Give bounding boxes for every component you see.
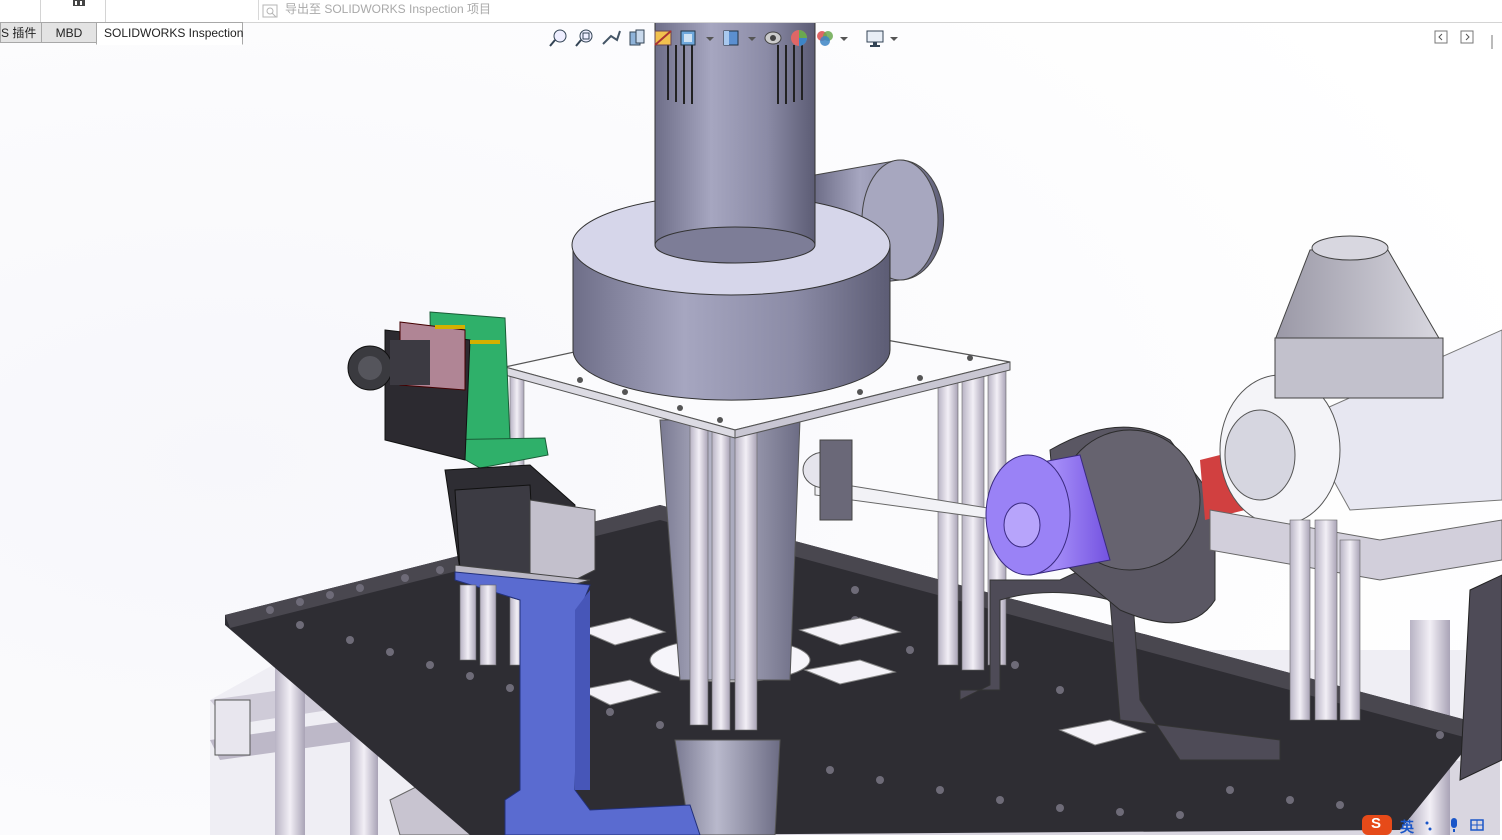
edit-appearance-icon[interactable] bbox=[788, 27, 810, 49]
restore-panel-icon[interactable] bbox=[1434, 30, 1448, 44]
apply-scene-icon[interactable] bbox=[814, 27, 836, 49]
tab-addins[interactable]: S 插件 bbox=[0, 22, 42, 43]
toolbar-divider bbox=[40, 0, 41, 22]
ime-language-label[interactable]: 英 bbox=[1400, 817, 1414, 837]
dropdown-arrow-icon[interactable] bbox=[746, 27, 758, 49]
expand-panel-icon[interactable] bbox=[1460, 30, 1474, 44]
display-style-icon[interactable] bbox=[720, 27, 742, 49]
zoom-to-fit-icon[interactable] bbox=[548, 27, 570, 49]
ime-logo-text[interactable]: S bbox=[1371, 815, 1381, 832]
hide-show-items-icon[interactable] bbox=[762, 27, 784, 49]
graphics-viewport[interactable] bbox=[0, 0, 1502, 836]
section-view-icon[interactable] bbox=[626, 27, 648, 49]
punctuation-icon[interactable] bbox=[1424, 819, 1436, 833]
previous-view-icon[interactable] bbox=[600, 27, 622, 49]
tab-solidworks-inspection[interactable]: SOLIDWORKS Inspection bbox=[96, 22, 243, 45]
keyboard-icon[interactable] bbox=[1470, 818, 1484, 832]
export-to-inspection-label[interactable]: 导出至 SOLIDWORKS Inspection 项目 bbox=[285, 0, 491, 17]
view-settings-icon[interactable] bbox=[864, 27, 886, 49]
assembly-model[interactable] bbox=[0, 0, 1502, 836]
export-inspection-icon bbox=[262, 4, 278, 18]
toolbar-divider bbox=[105, 0, 106, 22]
view-orientation-icon[interactable] bbox=[678, 27, 700, 49]
microphone-icon[interactable] bbox=[1448, 817, 1460, 833]
command-icon[interactable] bbox=[73, 0, 85, 8]
dropdown-arrow-icon[interactable] bbox=[888, 27, 900, 49]
tab-mbd[interactable]: MBD bbox=[41, 22, 97, 43]
dropdown-arrow-icon[interactable] bbox=[704, 27, 716, 49]
dropdown-arrow-icon[interactable] bbox=[838, 27, 850, 49]
ime-toolbar: S 英 bbox=[1362, 815, 1502, 835]
dynamic-annotation-icon[interactable] bbox=[652, 27, 674, 49]
command-manager-tabs: S 插件 MBD SOLIDWORKS Inspection bbox=[0, 22, 243, 45]
panel-edge-icon[interactable] bbox=[1490, 35, 1502, 49]
zoom-to-area-icon[interactable] bbox=[574, 27, 596, 49]
command-manager-strip: 导出至 SOLIDWORKS Inspection 项目 bbox=[0, 0, 1502, 23]
